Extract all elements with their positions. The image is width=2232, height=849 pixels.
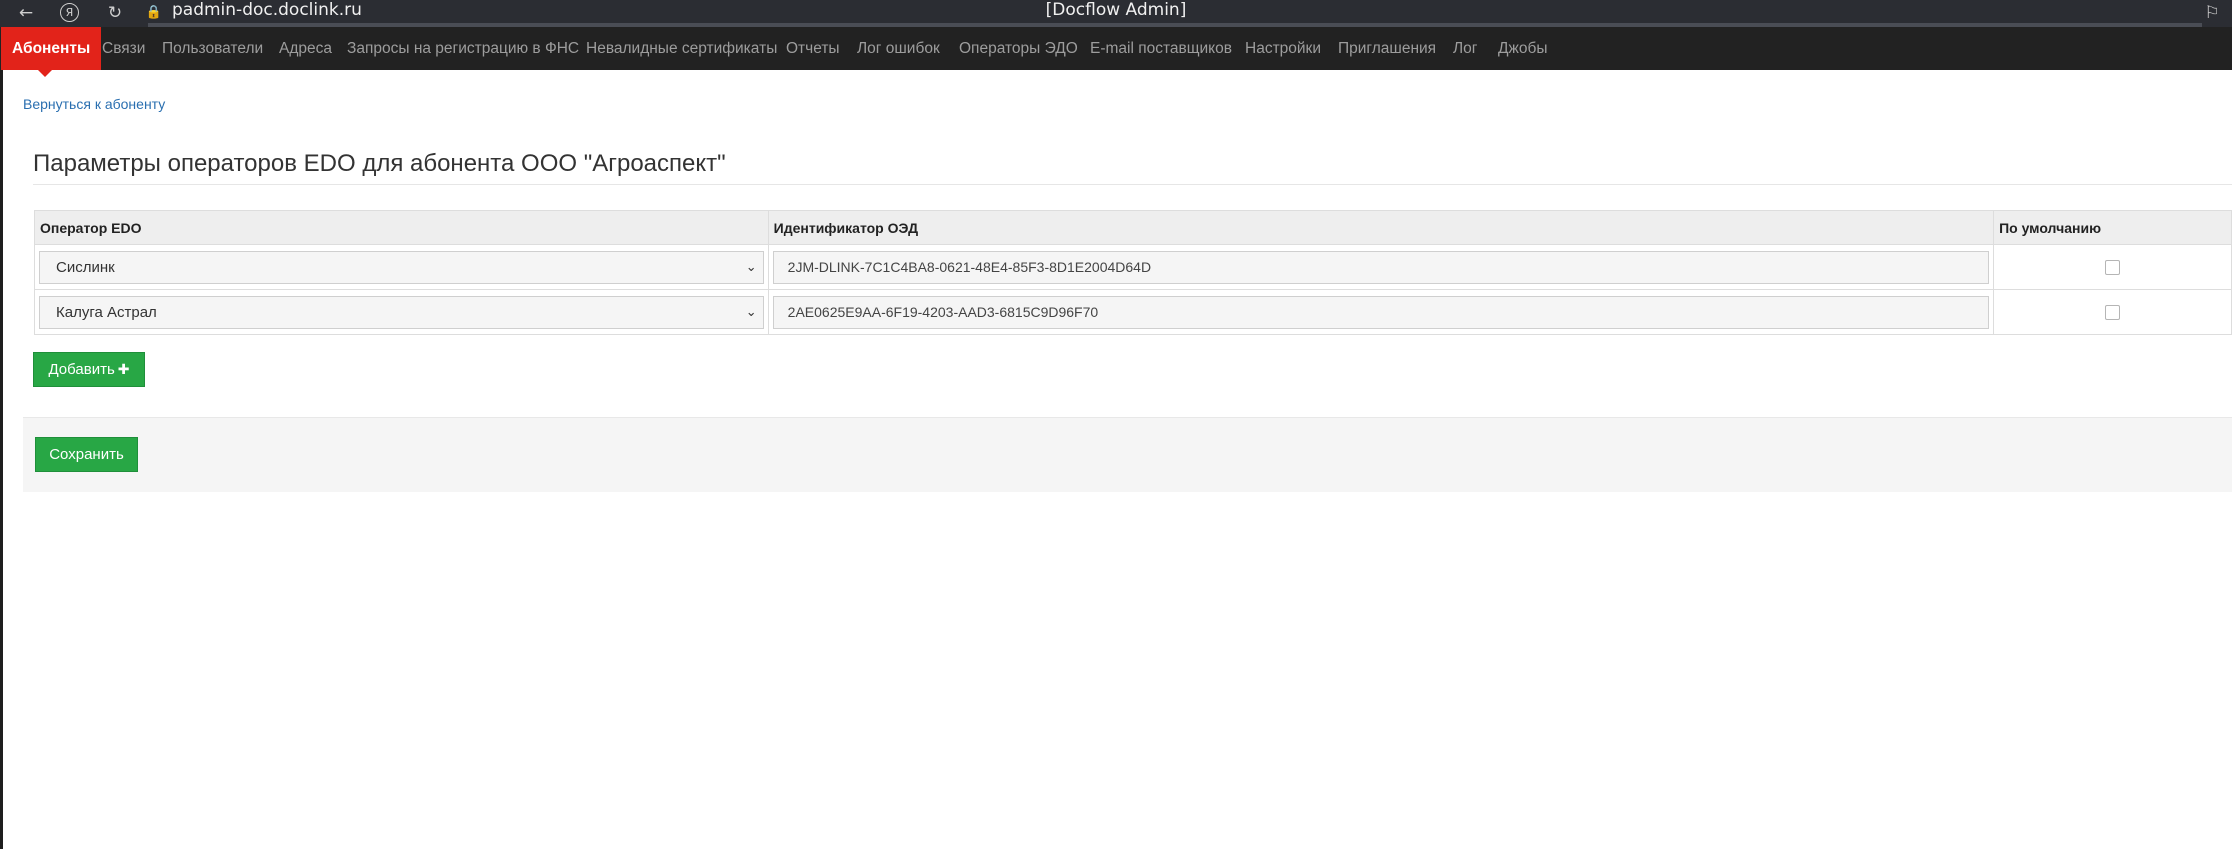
- bookmark-icon[interactable]: ⚐: [2201, 2, 2223, 24]
- table-row: Калуга Астрал ⌄ 2AE0625E9AA-6F19-4203-AA…: [34, 289, 2232, 335]
- edo-operators-table: Оператор EDO Идентификатор ОЭД По умолча…: [34, 210, 2232, 335]
- add-button-label: Добавить: [48, 361, 115, 378]
- window-title: [Docflow Admin]: [1045, 0, 1187, 20]
- nav-item-addresses[interactable]: Адреса: [279, 27, 332, 70]
- top-navbar: Абоненты Связи Пользователи Адреса Запро…: [0, 27, 2232, 77]
- chevron-down-icon: ⌄: [745, 259, 757, 275]
- nav-item-links[interactable]: Связи: [102, 27, 145, 70]
- nav-item-reports[interactable]: Отчеты: [786, 27, 840, 70]
- identifier-cell: 2JM-DLINK-7C1C4BA8-0621-48E4-85F3-8D1E20…: [767, 244, 1995, 290]
- nav-item-jobs[interactable]: Джобы: [1498, 27, 1548, 70]
- save-button[interactable]: Сохранить: [35, 437, 138, 472]
- nav-item-supplier-emails[interactable]: E-mail поставщиков: [1090, 27, 1232, 70]
- nav-item-users[interactable]: Пользователи: [162, 27, 263, 70]
- nav-item-invalid-certificates[interactable]: Невалидные сертификаты: [586, 27, 777, 70]
- page-title: Параметры операторов EDO для абонента ОО…: [33, 150, 726, 177]
- identifier-cell: 2AE0625E9AA-6F19-4203-AAD3-6815C9D96F70: [767, 289, 1995, 335]
- nav-item-fns-requests[interactable]: Запросы на регистрацию в ФНС: [347, 27, 579, 70]
- nav-item-log[interactable]: Лог: [1453, 27, 1477, 70]
- operator-select[interactable]: Сислинк ⌄: [39, 250, 764, 284]
- operator-select[interactable]: Калуга Астрал ⌄: [39, 295, 764, 329]
- identifier-input[interactable]: 2JM-DLINK-7C1C4BA8-0621-48E4-85F3-8D1E20…: [772, 250, 1990, 284]
- window-left-edge: [0, 70, 3, 849]
- table-row: Сислинк ⌄ 2JM-DLINK-7C1C4BA8-0621-48E4-8…: [34, 244, 2232, 290]
- nav-item-settings[interactable]: Настройки: [1245, 27, 1321, 70]
- nav-item-subscribers[interactable]: Абоненты: [1, 27, 102, 70]
- default-checkbox[interactable]: [2105, 259, 2121, 275]
- operator-select-value: Калуга Астрал: [56, 303, 157, 321]
- nav-item-edo-operators[interactable]: Операторы ЭДО: [959, 27, 1078, 70]
- default-cell: [1993, 289, 2232, 335]
- add-button[interactable]: Добавить ✚: [33, 352, 145, 387]
- back-to-subscriber-link[interactable]: Вернуться к абоненту: [23, 96, 165, 112]
- operator-cell: Сислинк ⌄: [34, 244, 769, 290]
- browser-toolbar: ← Я ↻ 🔒 padmin-doc.doclink.ru [Docflow A…: [0, 0, 2232, 27]
- column-header-operator: Оператор EDO: [34, 210, 769, 245]
- title-divider: [33, 184, 2232, 185]
- nav-item-error-log[interactable]: Лог ошибок: [857, 27, 940, 70]
- table-header-row: Оператор EDO Идентификатор ОЭД По умолча…: [34, 210, 2232, 245]
- column-header-default: По умолчанию: [1993, 210, 2232, 245]
- identifier-input[interactable]: 2AE0625E9AA-6F19-4203-AAD3-6815C9D96F70: [772, 295, 1990, 329]
- form-footer: [23, 417, 2232, 492]
- column-header-identifier: Идентификатор ОЭД: [767, 210, 1995, 245]
- default-cell: [1993, 244, 2232, 290]
- chevron-down-icon: ⌄: [745, 304, 757, 320]
- operator-select-value: Сислинк: [56, 258, 115, 276]
- plus-icon: ✚: [117, 362, 130, 378]
- default-checkbox[interactable]: [2105, 304, 2121, 320]
- nav-item-invitations[interactable]: Приглашения: [1338, 27, 1436, 70]
- active-caret-icon: [38, 70, 52, 77]
- operator-cell: Калуга Астрал ⌄: [34, 289, 769, 335]
